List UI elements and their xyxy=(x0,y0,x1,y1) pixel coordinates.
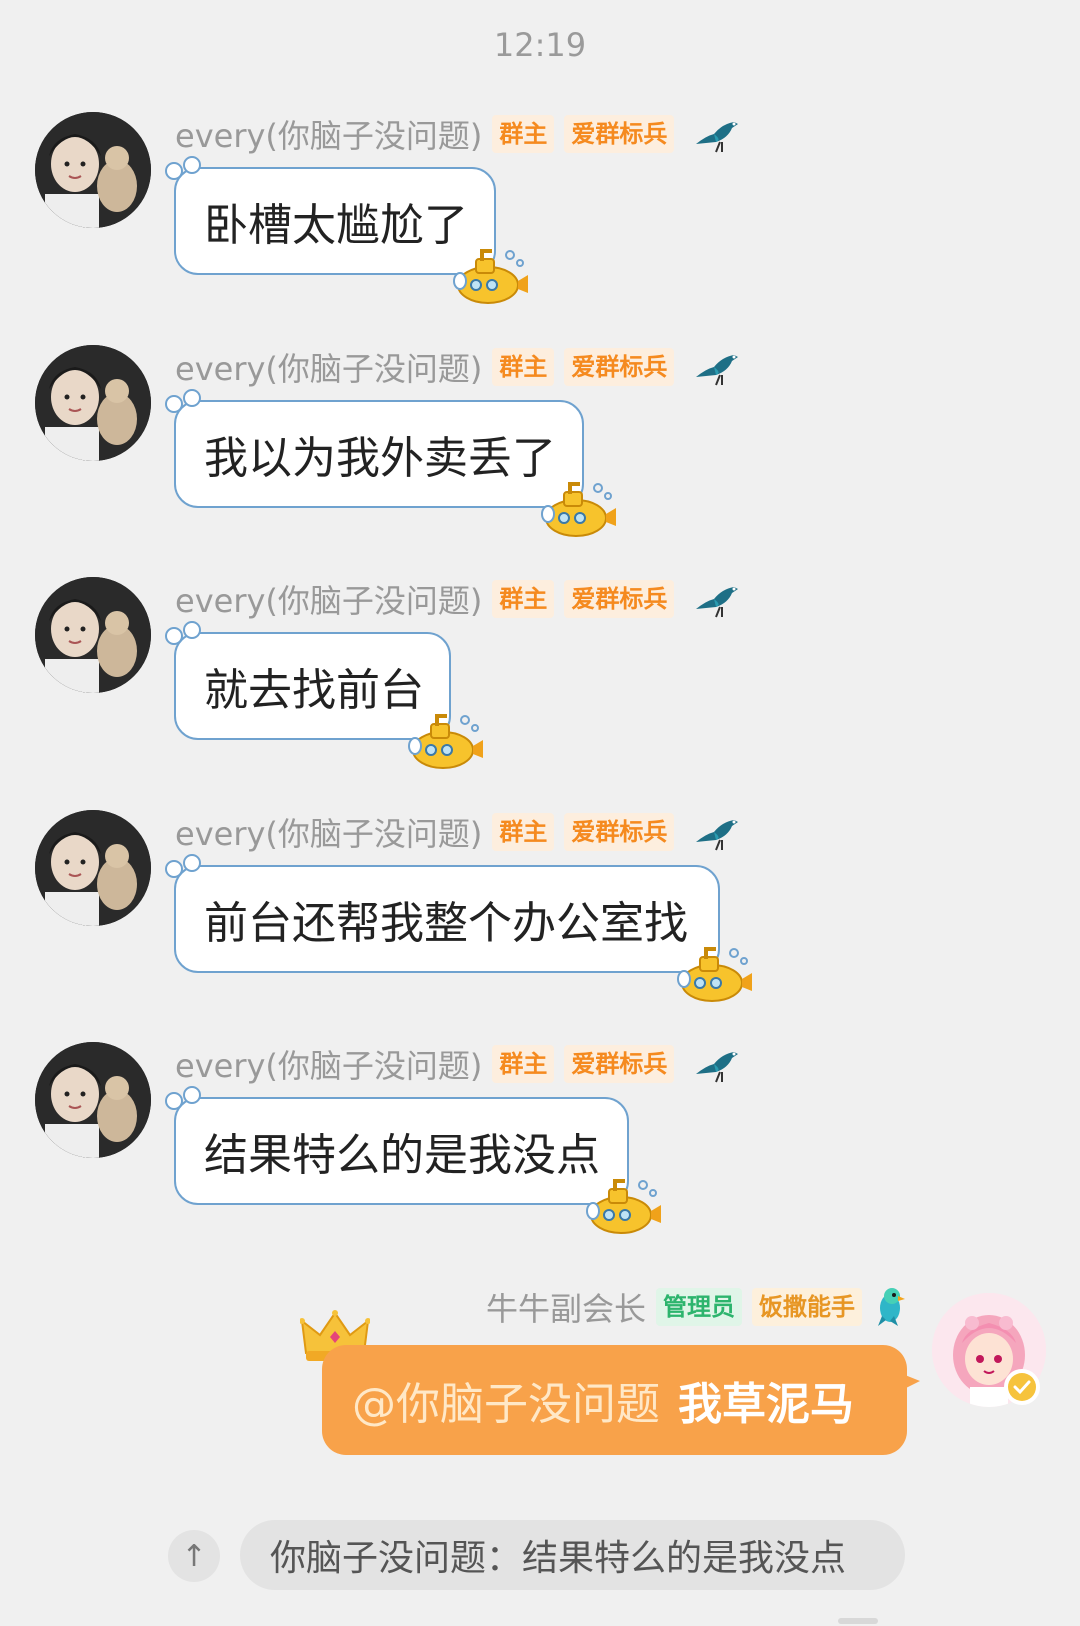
group-owner-tag: 群主 xyxy=(492,813,555,851)
scroll-to-top-button[interactable]: ↑ xyxy=(168,1530,220,1582)
bubble-bubbles-decoration xyxy=(165,156,201,180)
sender-row: every(你脑子没问题) 群主 爱群标兵 xyxy=(175,112,740,156)
bird-icon xyxy=(696,355,739,386)
sender-name[interactable]: every(你脑子没问题) xyxy=(175,576,482,622)
bird-icon xyxy=(696,1052,739,1083)
outgoing-message[interactable]: 牛牛副会长 管理员 饭撒能手 @你脑子没问题 我草泥马 xyxy=(0,1285,1080,1475)
submarine-icon xyxy=(408,714,483,769)
outgoing-bubble[interactable]: @你脑子没问题 我草泥马 xyxy=(322,1345,907,1455)
bubble-bubbles-decoration xyxy=(165,854,201,878)
sender-avatar[interactable] xyxy=(35,1042,151,1158)
bubble-bubbles-decoration xyxy=(165,389,201,413)
quoted-message-bar[interactable]: 你脑子没问题：结果特么的是我没点 xyxy=(240,1520,905,1590)
bird-icon xyxy=(696,122,739,153)
mention-link[interactable]: @你脑子没问题 xyxy=(352,1368,660,1432)
parrot-icon xyxy=(878,1288,905,1326)
avatar-photo-image xyxy=(35,345,151,461)
home-indicator xyxy=(838,1618,878,1624)
sender-avatar[interactable] xyxy=(35,577,151,693)
message-bubble[interactable]: 卧槽太尴尬了 xyxy=(165,156,528,304)
incoming-message[interactable]: every(你脑子没问题) 群主 爱群标兵 卧槽太尴尬了 xyxy=(0,112,1080,344)
group-owner-tag: 群主 xyxy=(492,1045,555,1083)
sender-name[interactable]: every(你脑子没问题) xyxy=(175,111,482,157)
sender-row: every(你脑子没问题) 群主 爱群标兵 xyxy=(175,1042,740,1086)
message-text: 卧槽太尴尬了 xyxy=(204,200,468,251)
outgoing-sender-name[interactable]: 牛牛副会长 xyxy=(486,1284,646,1330)
sender-row: every(你脑子没问题) 群主 爱群标兵 xyxy=(175,345,740,389)
arrow-up-icon: ↑ xyxy=(181,1538,207,1574)
message-bubble[interactable]: 就去找前台 xyxy=(165,621,483,769)
bird-icon xyxy=(696,587,739,618)
avatar-photo-image xyxy=(35,577,151,693)
verified-check-icon xyxy=(1004,1369,1040,1405)
sender-row: every(你脑子没问题) 群主 爱群标兵 xyxy=(175,810,740,854)
admin-tag: 管理员 xyxy=(656,1288,742,1326)
incoming-message[interactable]: every(你脑子没问题) 群主 爱群标兵 我以为我外卖丢了 xyxy=(0,345,1080,577)
active-member-tag: 爱群标兵 xyxy=(564,580,675,618)
message-text: 前台还帮我整个办公室找 xyxy=(204,898,688,949)
outgoing-sender-row: 牛牛副会长 管理员 饭撒能手 xyxy=(486,1285,908,1329)
outgoing-text: 我草泥马 xyxy=(678,1379,854,1430)
bubble-bubbles-decoration xyxy=(165,621,201,645)
incoming-message[interactable]: every(你脑子没问题) 群主 爱群标兵 结果特么的是我没点 xyxy=(0,1042,1080,1274)
bird-icon xyxy=(696,820,739,851)
message-bubble[interactable]: 我以为我外卖丢了 xyxy=(165,389,616,537)
incoming-message[interactable]: every(你脑子没问题) 群主 爱群标兵 前台还帮我整个办公室找 xyxy=(0,810,1080,1042)
sender-name[interactable]: every(你脑子没问题) xyxy=(175,1041,482,1087)
submarine-icon xyxy=(541,482,616,537)
group-owner-tag: 群主 xyxy=(492,580,555,618)
message-timestamp: 12:19 xyxy=(493,26,587,64)
outgoing-bubble-tail xyxy=(900,1373,920,1391)
bubble-bubbles-decoration xyxy=(165,1086,201,1110)
avatar-photo-image xyxy=(35,810,151,926)
sender-name[interactable]: every(你脑子没问题) xyxy=(175,344,482,390)
avatar-photo-image xyxy=(35,112,151,228)
submarine-icon xyxy=(677,947,752,1002)
submarine-icon xyxy=(586,1179,661,1234)
quoted-message-text: 你脑子没问题：结果特么的是我没点 xyxy=(270,1538,847,1579)
active-member-tag: 爱群标兵 xyxy=(564,1045,675,1083)
sender-name[interactable]: every(你脑子没问题) xyxy=(175,809,482,855)
sender-row: every(你脑子没问题) 群主 爱群标兵 xyxy=(175,577,740,621)
message-text: 结果特么的是我没点 xyxy=(204,1130,600,1181)
message-text: 我以为我外卖丢了 xyxy=(204,433,556,484)
sender-avatar[interactable] xyxy=(35,112,151,228)
active-member-tag: 爱群标兵 xyxy=(564,115,675,153)
message-text: 就去找前台 xyxy=(204,665,424,716)
message-bubble[interactable]: 前台还帮我整个办公室找 xyxy=(165,854,752,1002)
active-member-tag: 爱群标兵 xyxy=(564,348,675,386)
incoming-message[interactable]: every(你脑子没问题) 群主 爱群标兵 就去找前台 xyxy=(0,577,1080,809)
sender-avatar[interactable] xyxy=(35,810,151,926)
group-owner-tag: 群主 xyxy=(492,115,555,153)
submarine-icon xyxy=(453,249,528,304)
chat-screen: 12:19 every(你脑子没问题) 群主 爱群标兵 卧槽太尴尬了 every… xyxy=(0,0,1080,1626)
group-owner-tag: 群主 xyxy=(492,348,555,386)
sender-avatar[interactable] xyxy=(35,345,151,461)
message-bubble[interactable]: 结果特么的是我没点 xyxy=(165,1086,661,1234)
fan-tag: 饭撒能手 xyxy=(752,1288,862,1326)
avatar-photo-image xyxy=(35,1042,151,1158)
active-member-tag: 爱群标兵 xyxy=(564,813,675,851)
